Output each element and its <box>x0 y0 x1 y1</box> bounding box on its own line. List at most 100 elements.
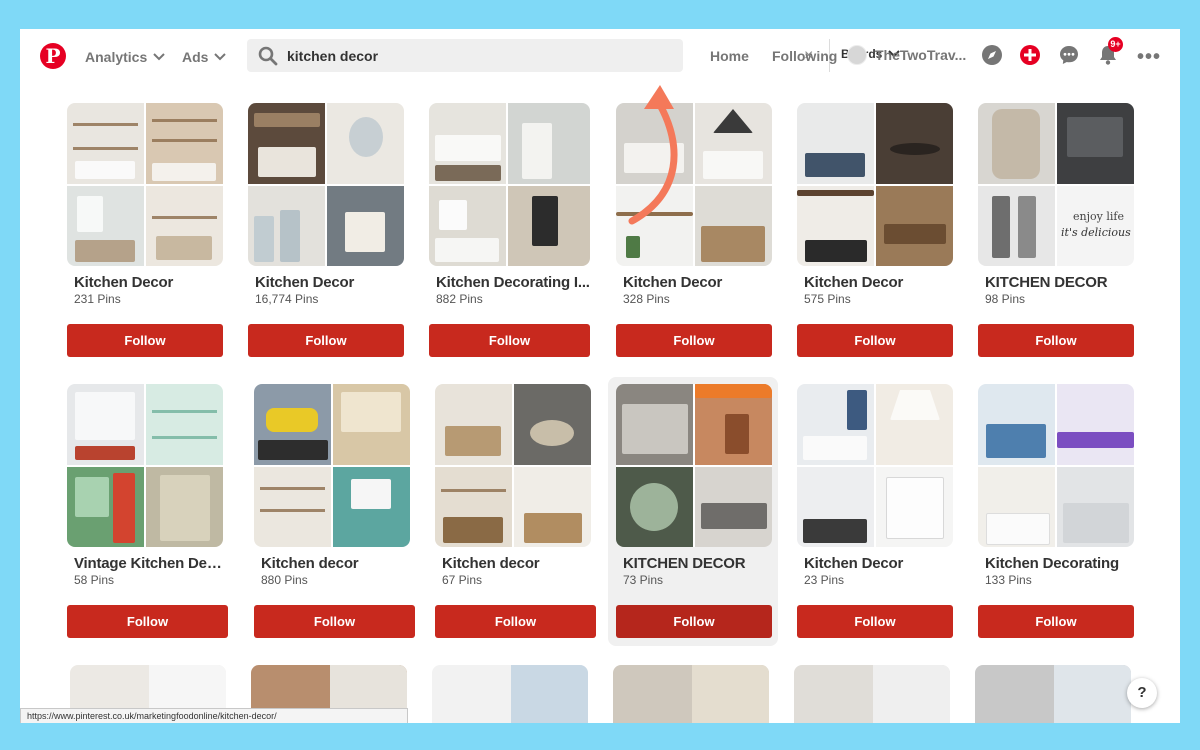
board-card[interactable]: Kitchen Decorating 133 Pins Follow <box>978 384 1134 638</box>
compass-explore-icon[interactable] <box>981 44 1003 66</box>
board-pin-count: 67 Pins <box>442 573 483 587</box>
board-card[interactable]: Kitchen decor 67 Pins Follow <box>435 384 596 638</box>
ads-dropdown[interactable]: Ads <box>182 46 227 68</box>
more-options-icon[interactable]: ••• <box>1137 46 1161 69</box>
board-card[interactable]: Kitchen Decor 231 Pins Follow <box>67 103 223 357</box>
board-card[interactable]: enjoy life it's delicious KITCHEN DECOR … <box>978 103 1134 357</box>
cover-image <box>876 384 953 465</box>
create-plus-icon[interactable] <box>1019 44 1041 66</box>
follow-button[interactable]: Follow <box>797 605 953 638</box>
board-pin-count: 231 Pins <box>74 292 121 306</box>
cover-image <box>146 384 223 465</box>
board-title[interactable]: Vintage Kitchen Dec... <box>74 555 223 572</box>
cover-image <box>876 467 953 547</box>
board-pin-count: 575 Pins <box>804 292 851 306</box>
top-navigation-bar: P Analytics Ads × Boards Home Following <box>20 29 1180 83</box>
cover-image <box>514 467 591 547</box>
board-title[interactable]: KITCHEN DECOR <box>985 274 1134 291</box>
board-cover-partial[interactable] <box>432 665 588 723</box>
cover-image <box>616 467 693 547</box>
board-title[interactable]: Kitchen Decor <box>74 274 223 291</box>
search-bar: × Boards <box>247 39 901 72</box>
cover-image <box>695 103 772 184</box>
cover-image <box>508 103 590 184</box>
board-cover-collage <box>435 384 591 547</box>
cover-image <box>978 103 1055 184</box>
cover-image <box>67 103 144 184</box>
search-icon <box>258 46 278 66</box>
follow-button[interactable]: Follow <box>978 324 1134 357</box>
board-card[interactable]: Vintage Kitchen Dec... 58 Pins Follow <box>67 384 228 638</box>
search-input[interactable] <box>287 45 567 66</box>
cover-image <box>327 103 404 184</box>
following-link[interactable]: Following <box>772 48 837 64</box>
cover-image <box>797 103 874 184</box>
board-pin-count: 328 Pins <box>623 292 670 306</box>
cover-image <box>876 186 953 266</box>
help-button[interactable]: ? <box>1127 678 1157 708</box>
board-cover-collage <box>248 103 404 266</box>
avatar <box>847 45 867 65</box>
annotation-arrow-icon <box>628 85 678 225</box>
pinterest-logo-icon[interactable]: P <box>40 43 66 69</box>
board-title[interactable]: Kitchen Decorating I... <box>436 274 590 291</box>
home-link[interactable]: Home <box>710 48 749 64</box>
cover-image <box>248 186 325 266</box>
board-pin-count: 23 Pins <box>804 573 845 587</box>
cover-image <box>695 186 772 266</box>
cover-image <box>435 467 512 547</box>
board-card[interactable]: Kitchen Decor 23 Pins Follow <box>797 384 953 638</box>
board-title[interactable]: Kitchen Decor <box>804 555 953 572</box>
follow-button[interactable]: Follow <box>797 324 953 357</box>
board-cover-partial[interactable] <box>613 665 769 723</box>
follow-button[interactable]: Follow <box>254 605 415 638</box>
follow-button[interactable]: Follow <box>67 324 223 357</box>
cover-overlay-text: enjoy life <box>1073 210 1124 223</box>
board-title[interactable]: KITCHEN DECOR <box>623 555 772 572</box>
cover-image <box>435 384 512 465</box>
board-cover-collage <box>978 384 1134 547</box>
analytics-dropdown[interactable]: Analytics <box>85 46 165 68</box>
cover-image <box>429 103 506 184</box>
board-cover-collage <box>67 384 223 547</box>
board-card[interactable]: Kitchen Decorating I... 882 Pins Follow <box>429 103 590 357</box>
cover-image <box>514 384 591 465</box>
follow-button[interactable]: Follow <box>978 605 1134 638</box>
follow-button[interactable]: Follow <box>616 605 772 638</box>
board-title[interactable]: Kitchen decor <box>442 555 591 572</box>
cover-image <box>146 103 223 184</box>
cover-image <box>797 384 874 465</box>
board-card-hovered[interactable]: KITCHEN DECOR 73 Pins Follow <box>616 384 772 638</box>
board-pin-count: 73 Pins <box>623 573 664 587</box>
follow-button[interactable]: Follow <box>435 605 596 638</box>
board-cover-collage: enjoy life it's delicious <box>978 103 1134 266</box>
follow-button[interactable]: Follow <box>248 324 404 357</box>
chevron-down-icon <box>214 53 227 61</box>
board-cover-collage <box>616 384 772 547</box>
notifications-badge: 9+ <box>1108 37 1123 52</box>
board-pin-count: 58 Pins <box>74 573 115 587</box>
follow-button[interactable]: Follow <box>616 324 772 357</box>
board-cover-partial[interactable] <box>794 665 950 723</box>
board-card[interactable]: Kitchen decor 880 Pins Follow <box>254 384 415 638</box>
board-card[interactable]: Kitchen Decor 575 Pins Follow <box>797 103 953 357</box>
board-title[interactable]: Kitchen Decor <box>255 274 404 291</box>
cover-image <box>67 467 144 547</box>
user-profile-link[interactable]: TheTwoTrav... <box>847 45 966 65</box>
cover-image <box>254 384 331 465</box>
messages-icon[interactable] <box>1058 44 1080 66</box>
follow-button[interactable]: Follow <box>67 605 228 638</box>
cover-image <box>333 384 410 465</box>
board-cover-partial[interactable] <box>975 665 1131 723</box>
board-title[interactable]: Kitchen Decor <box>804 274 953 291</box>
board-title[interactable]: Kitchen decor <box>261 555 410 572</box>
cover-image <box>978 384 1055 465</box>
board-title[interactable]: Kitchen Decor <box>623 274 772 291</box>
board-title[interactable]: Kitchen Decorating <box>985 555 1134 572</box>
cover-image <box>978 186 1055 266</box>
follow-button[interactable]: Follow <box>429 324 590 357</box>
board-card[interactable]: Kitchen Decor 16,774 Pins Follow <box>248 103 404 357</box>
board-cover-collage <box>254 384 410 547</box>
cover-image <box>67 384 144 465</box>
cover-image <box>616 384 693 465</box>
